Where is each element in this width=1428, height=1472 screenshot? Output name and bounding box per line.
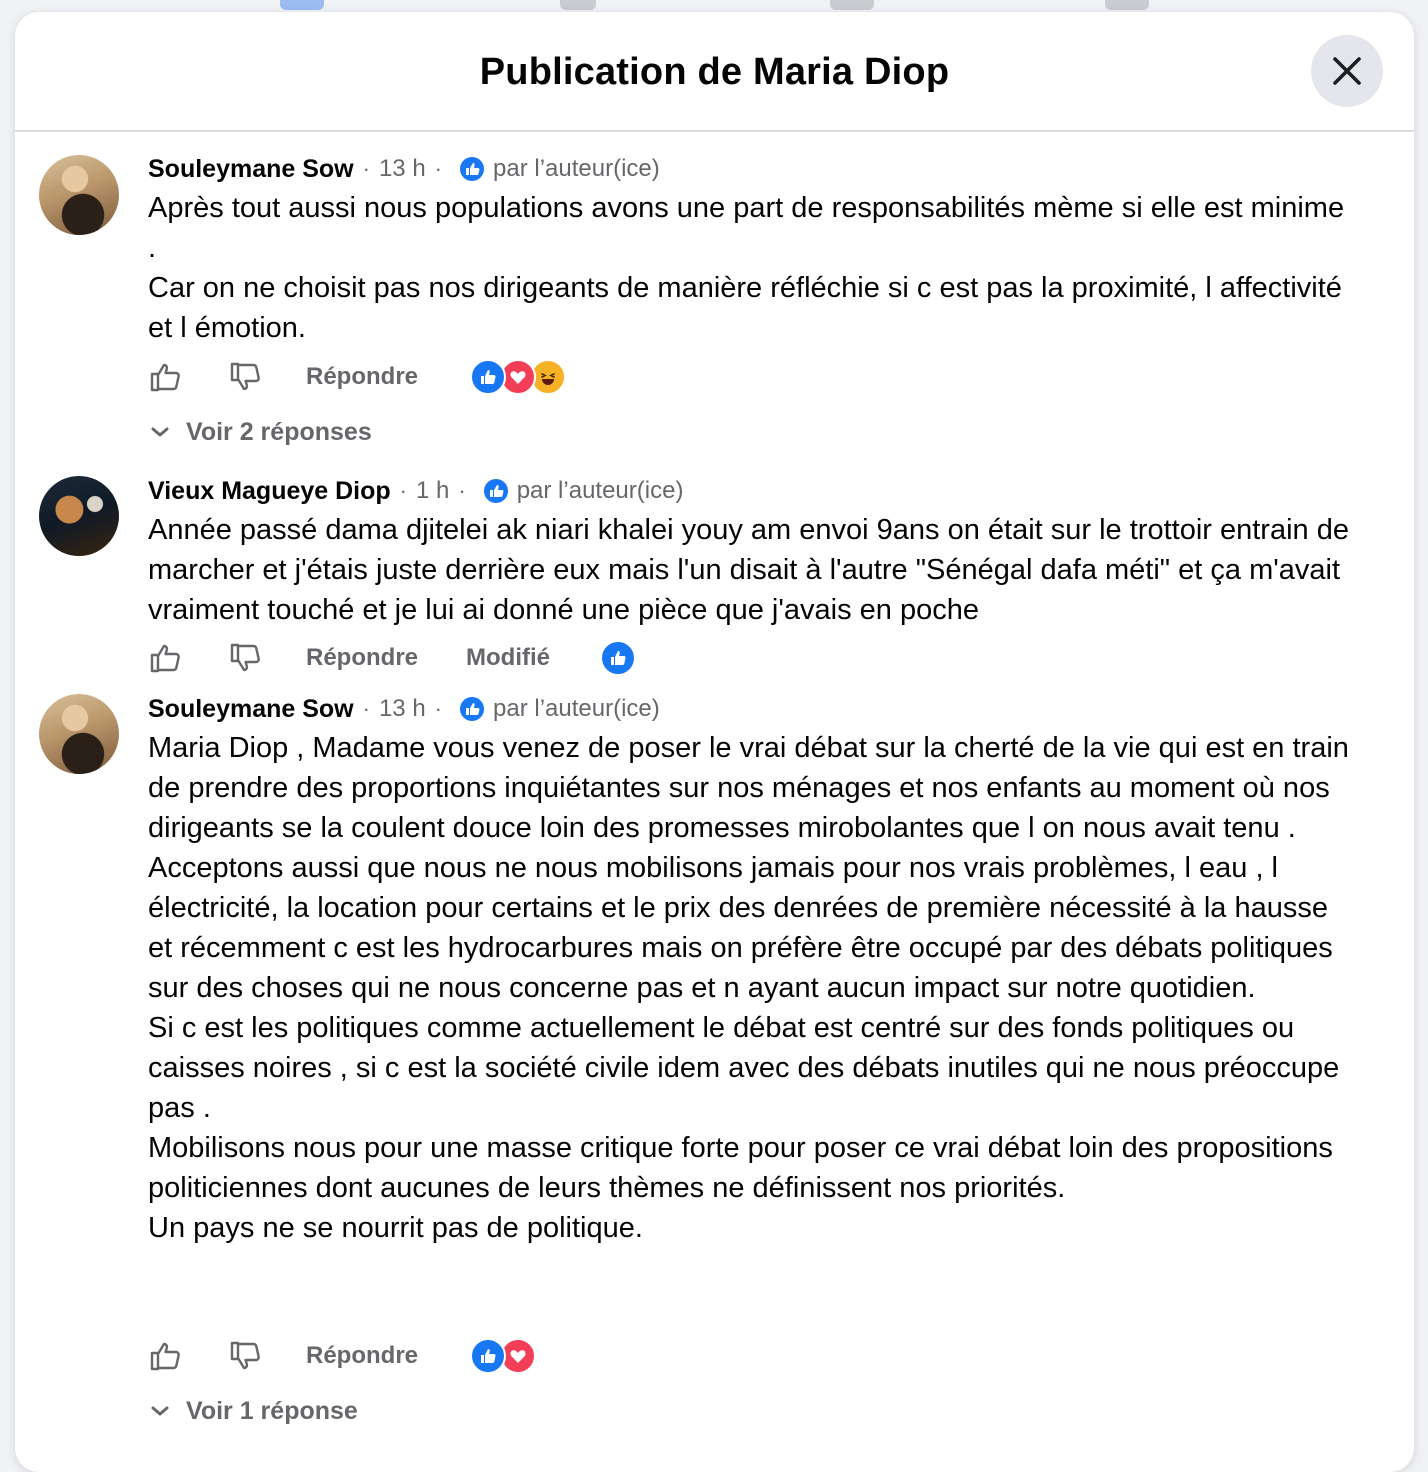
comment-text: Année passé dama djitelei ak niari khale… [148,514,1349,626]
comment-actions: Répondre Modifié [148,638,637,678]
like-badge-icon [460,157,484,181]
comment-author[interactable]: Vieux Magueye Diop [148,477,391,506]
dislike-button[interactable] [228,640,264,676]
close-button[interactable] [1311,35,1383,107]
comment-author[interactable]: Souleymane Sow [148,695,354,724]
author-liked-badge: par l’auteur(ice) [483,477,684,505]
like-reaction-icon [470,1338,507,1374]
like-reaction-icon [470,359,507,395]
separator-dot: · [399,478,407,503]
comment-text: Maria Diop , Madame vous venez de poser … [148,732,1349,1244]
see-replies-button[interactable]: Voir 2 réponses [148,412,372,452]
avatar[interactable] [39,155,119,235]
background-nav-icon [1105,0,1149,10]
comment-actions: Répondre [148,357,567,397]
modal-header: Publication de Maria Diop [15,12,1414,132]
dislike-button[interactable] [228,1338,264,1374]
thumbs-down-icon [230,643,260,672]
see-replies-button[interactable]: Voir 1 réponse [148,1391,358,1431]
avatar[interactable] [39,694,119,774]
like-reaction-icon [600,640,637,676]
author-liked-badge: par l’auteur(ice) [459,155,660,183]
separator-dot: · [362,696,370,721]
reply-button[interactable]: Répondre [306,1342,418,1370]
post-modal: Publication de Maria Diop Souleymane Sow… [15,12,1414,1472]
thumbs-down-icon [230,362,260,391]
thumbs-up-icon [150,644,180,673]
thumbs-up-icon [150,363,180,392]
separator-dot: · [434,156,442,181]
comment-time[interactable]: 1 h [416,477,449,505]
like-button[interactable] [148,359,184,395]
comment-actions: Répondre [148,1336,537,1376]
byline-text: par l’auteur(ice) [493,695,660,722]
like-badge-icon [483,479,508,503]
modal-title: Publication de Maria Diop [479,50,950,93]
separator-dot: · [458,478,466,503]
see-replies-label: Voir 2 réponses [186,417,372,446]
chevron-down-icon [151,1406,169,1416]
like-badge-icon [460,697,484,721]
separator-dot: · [362,156,370,181]
chevron-down-icon [151,427,169,437]
background-nav-icon [560,0,596,10]
comment-text: Après tout aussi nous populations avons … [148,192,1345,344]
byline-text: par l’auteur(ice) [516,477,684,504]
author-liked-badge: par l’auteur(ice) [459,695,660,723]
edited-label[interactable]: Modifié [466,644,550,672]
separator-dot: · [434,696,442,721]
comment-time[interactable]: 13 h [379,155,426,183]
comment-time[interactable]: 13 h [379,695,426,723]
background-nav-icon [830,0,874,10]
like-button[interactable] [148,1338,184,1374]
byline-text: par l’auteur(ice) [493,155,660,182]
comment-author[interactable]: Souleymane Sow [148,155,354,184]
reply-button[interactable]: Répondre [306,363,418,391]
avatar[interactable] [39,476,119,556]
close-icon [1333,57,1361,85]
thumbs-up-icon [150,1342,180,1371]
thumbs-down-icon [230,1341,260,1370]
like-button[interactable] [148,640,184,676]
dislike-button[interactable] [228,359,264,395]
see-replies-label: Voir 1 réponse [186,1396,358,1425]
reaction-summary[interactable] [600,640,637,676]
reaction-summary[interactable] [470,1338,537,1374]
reaction-summary[interactable] [470,359,567,395]
reply-button[interactable]: Répondre [306,644,418,672]
background-nav-icon [280,0,324,10]
